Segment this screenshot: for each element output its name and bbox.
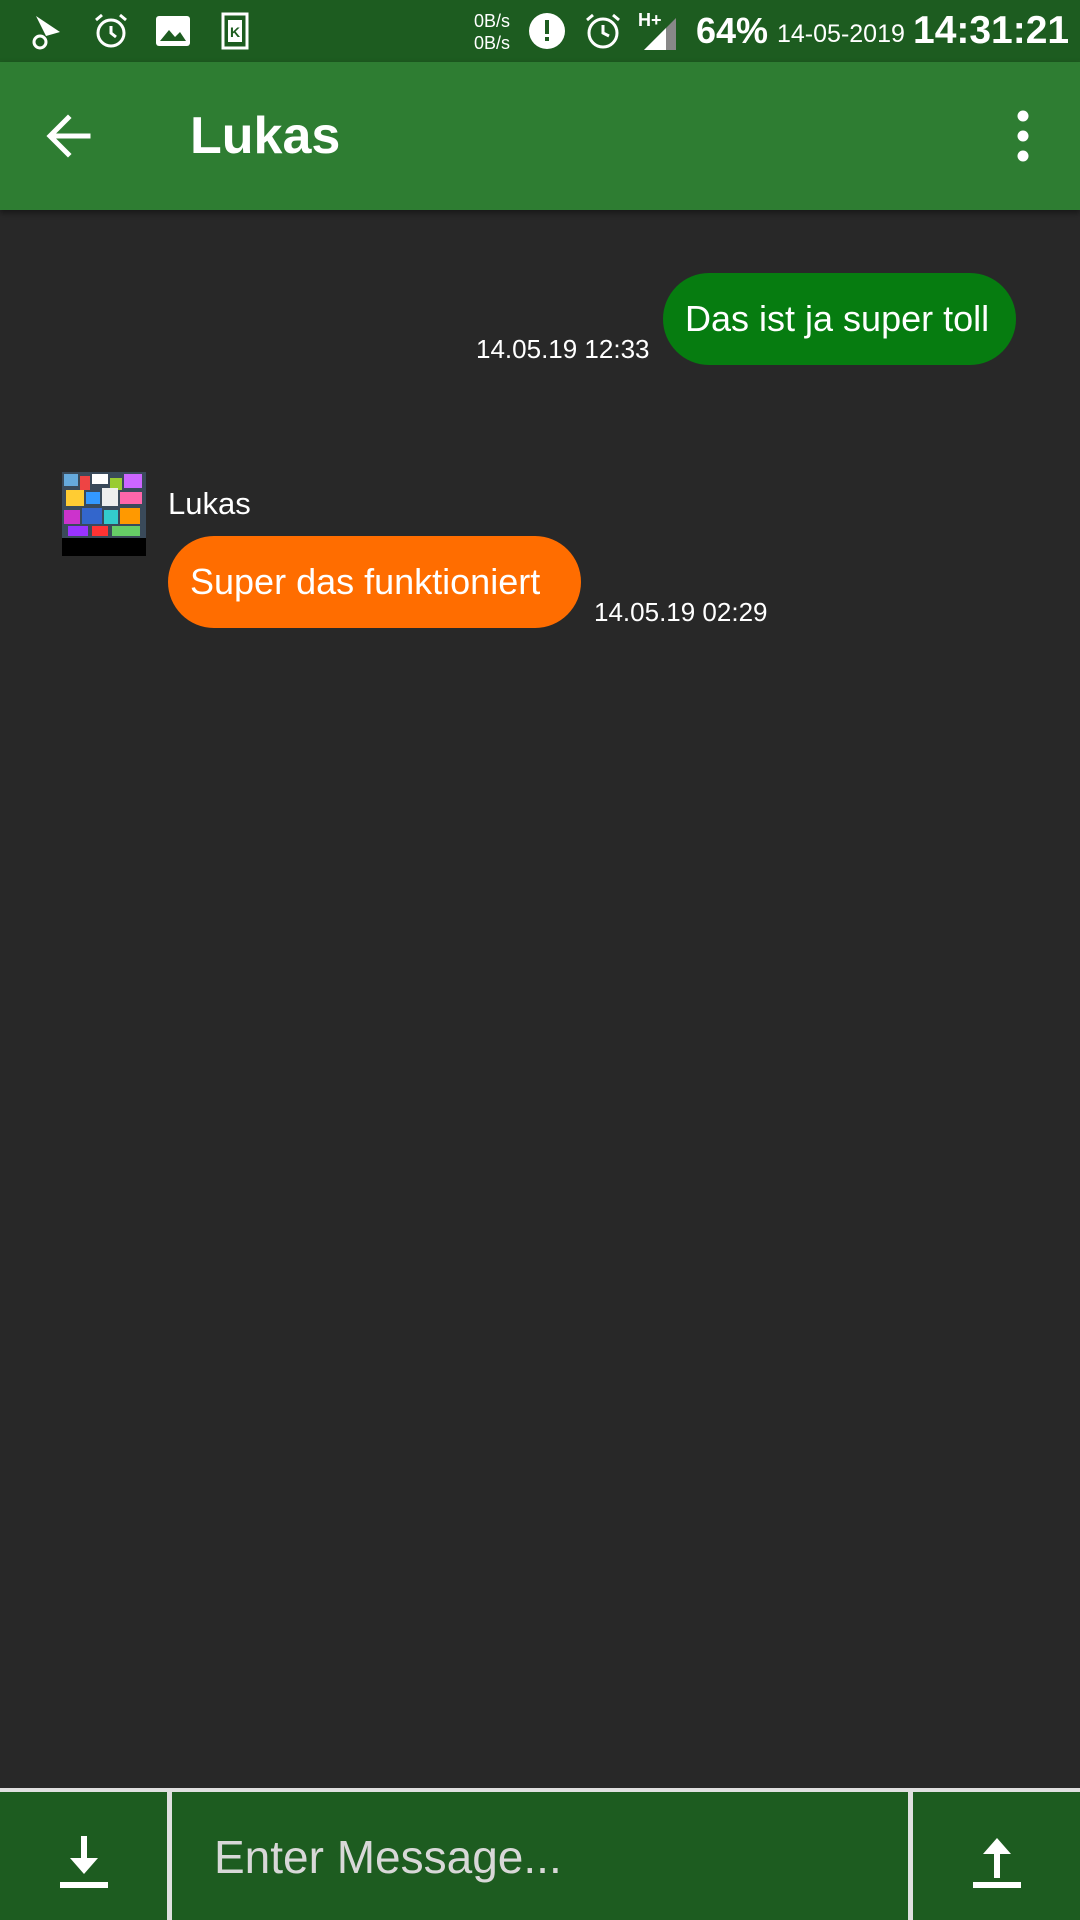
status-time: 14:31:21 <box>913 9 1070 52</box>
status-date: 14-05-2019 <box>777 20 905 48</box>
status-bar: K 0B/s 0B/s H+ 64% 14-05-2019 14:31:21 <box>0 0 1080 62</box>
svg-text:K: K <box>230 24 240 40</box>
battery-percent: 64% <box>696 10 769 51</box>
more-options-icon[interactable] <box>1000 104 1046 168</box>
back-arrow-icon[interactable] <box>40 106 100 166</box>
alert-icon <box>529 13 565 49</box>
chat-title: Lukas <box>190 107 341 165</box>
sender-name: Lukas <box>168 486 251 521</box>
location-pin-icon <box>32 16 60 50</box>
message-timestamp: 14.05.19 12:33 <box>476 334 650 364</box>
download-button[interactable] <box>0 1792 167 1920</box>
alarm-icon <box>95 13 127 48</box>
download-icon <box>60 1836 108 1888</box>
app-bar: Lukas <box>0 62 1080 210</box>
signal-icon <box>644 18 676 50</box>
net-down-speed: 0B/s <box>474 33 511 53</box>
avatar[interactable] <box>62 472 146 556</box>
alarm-clock-icon <box>586 13 620 49</box>
avatar-image <box>62 472 146 538</box>
compose-bar <box>0 1788 1080 1920</box>
network-speed: 0B/s 0B/s <box>474 10 510 54</box>
message-timestamp: 14.05.19 02:29 <box>594 597 768 627</box>
message-input-container <box>172 1792 908 1920</box>
image-icon <box>156 16 190 46</box>
k-app-icon: K <box>221 12 249 50</box>
incoming-message-bubble[interactable]: Super das funktioniert <box>168 536 581 628</box>
net-up-speed: 0B/s <box>474 11 511 31</box>
message-input[interactable] <box>212 1812 896 1902</box>
outgoing-message-bubble[interactable]: Das ist ja super toll <box>663 273 1016 365</box>
upload-button[interactable] <box>913 1792 1080 1920</box>
upload-icon <box>973 1838 1021 1888</box>
